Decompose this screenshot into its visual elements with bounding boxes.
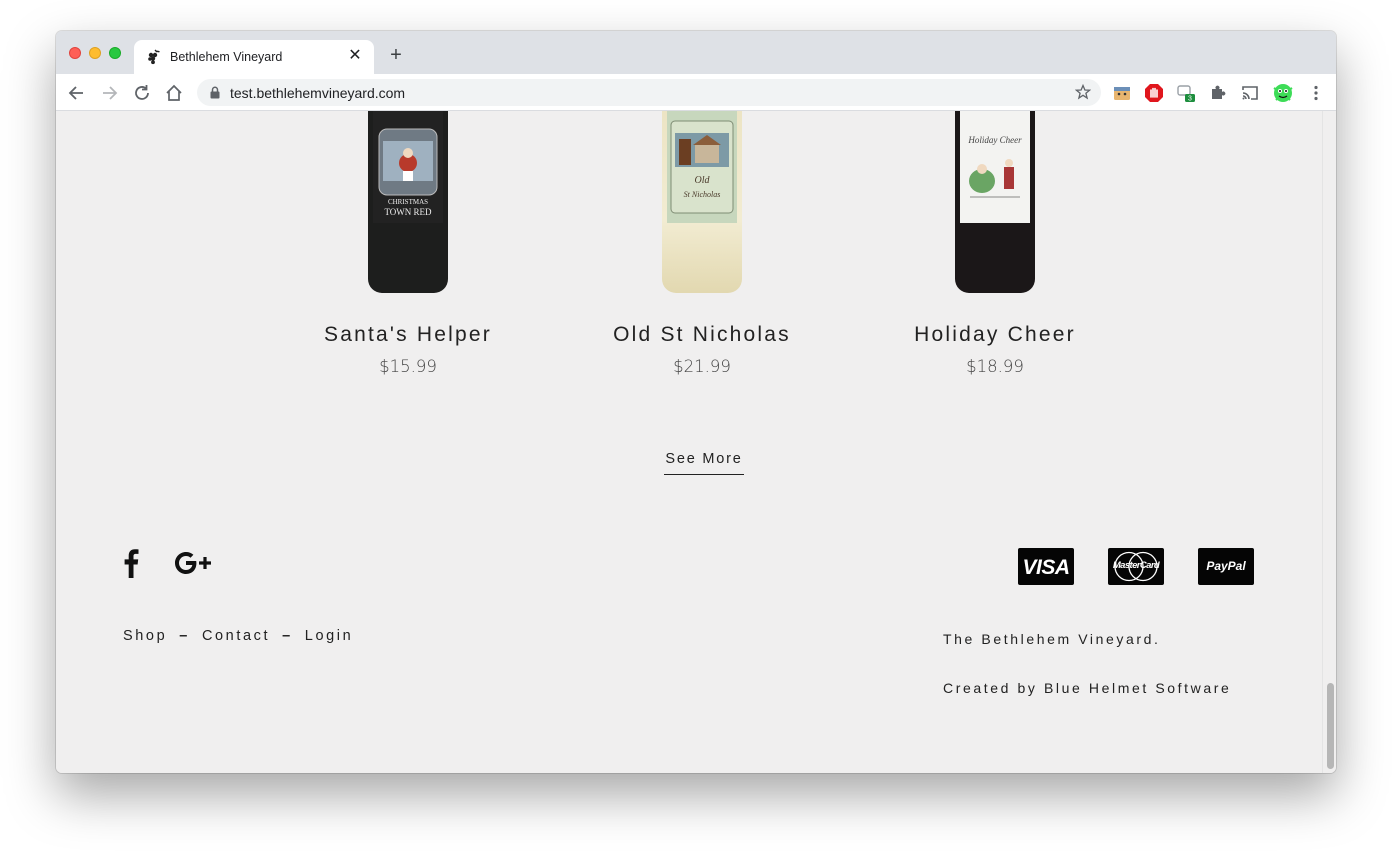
visa-text: VISA	[1022, 556, 1070, 579]
menu-dots-icon[interactable]	[1306, 83, 1326, 103]
label-text-top: Old	[695, 175, 711, 186]
reload-icon[interactable]	[131, 82, 153, 104]
wine-label-image: CHRISTMAS TOWN RED	[373, 111, 443, 223]
cast-icon[interactable]	[1240, 83, 1260, 103]
close-tab-icon[interactable]: ✕	[346, 47, 364, 65]
maximize-window-button[interactable]	[109, 47, 121, 59]
bookmark-star-icon[interactable]	[1075, 84, 1091, 100]
close-window-button[interactable]	[69, 47, 81, 59]
wine-bottle-image[interactable]: Old St Nicholas	[662, 111, 742, 293]
profile-avatar[interactable]	[1272, 82, 1294, 104]
mastercard-badge: MasterCard	[1108, 548, 1164, 585]
separator: –	[179, 628, 190, 644]
wine-label-image: Holiday Cheer	[960, 111, 1030, 223]
new-tab-button[interactable]: +	[386, 45, 406, 65]
product-name[interactable]: Holiday Cheer	[865, 323, 1125, 347]
footer-link-login[interactable]: Login	[305, 628, 353, 644]
footer-link-contact[interactable]: Contact	[202, 628, 270, 644]
paypal-text: PayPal	[1206, 559, 1246, 573]
google-plus-icon[interactable]	[174, 548, 212, 578]
product-name[interactable]: Santa's Helper	[278, 323, 538, 347]
puzzle-icon[interactable]	[1208, 83, 1228, 103]
footer-nav: Shop – Contact – Login	[123, 628, 353, 644]
label-text-bottom: TOWN RED	[384, 207, 432, 217]
extension-badge: 3	[1188, 96, 1192, 103]
tab-title: Bethlehem Vineyard	[170, 50, 283, 64]
wine-bottle-image[interactable]: CHRISTMAS TOWN RED	[368, 111, 448, 293]
tab-strip: Bethlehem Vineyard ✕ +	[56, 31, 1336, 74]
adblock-hand-icon[interactable]	[1144, 83, 1164, 103]
grape-icon	[148, 49, 160, 65]
product-price: $21.99	[673, 357, 731, 376]
facebook-icon[interactable]	[122, 548, 140, 578]
footer-link-shop[interactable]: Shop	[123, 628, 167, 644]
minimize-window-button[interactable]	[89, 47, 101, 59]
vertical-scrollbar[interactable]	[1322, 111, 1336, 773]
back-icon[interactable]	[66, 82, 88, 104]
label-text-top: CHRISTMAS	[388, 198, 428, 206]
address-bar[interactable]: test.bethlehemvineyard.com	[197, 79, 1101, 106]
page-content: CHRISTMAS TOWN RED Santa's Helper $15.99…	[56, 111, 1322, 773]
visa-badge: VISA	[1018, 548, 1074, 585]
extension-box-icon[interactable]	[1112, 83, 1132, 103]
wine-label-image: Old St Nicholas	[667, 111, 737, 223]
see-more-link[interactable]: See More	[664, 451, 744, 475]
browser-toolbar: test.bethlehemvineyard.com 3	[56, 74, 1336, 111]
mastercard-text: MasterCard	[1112, 560, 1160, 571]
home-icon[interactable]	[163, 82, 185, 104]
credit-text[interactable]: Created by Blue Helmet Software	[943, 680, 1231, 696]
label-text-bottom: St Nicholas	[684, 190, 721, 199]
lock-icon	[210, 86, 220, 99]
forward-icon[interactable]	[98, 82, 120, 104]
url-text: test.bethlehemvineyard.com	[230, 85, 406, 101]
label-text-top: Holiday Cheer	[967, 135, 1022, 145]
separator: –	[282, 628, 293, 644]
scrollbar-thumb[interactable]	[1327, 683, 1334, 769]
product-price: $15.99	[379, 357, 437, 376]
paypal-badge: PayPal	[1198, 548, 1254, 585]
product-name[interactable]: Old St Nicholas	[572, 323, 832, 347]
browser-window: Bethlehem Vineyard ✕ + test.bethlehemvin…	[56, 31, 1336, 773]
product-price: $18.99	[966, 357, 1024, 376]
company-name: The Bethlehem Vineyard.	[943, 631, 1161, 647]
chat-extension-icon[interactable]: 3	[1176, 83, 1196, 103]
wine-bottle-image[interactable]: Holiday Cheer	[955, 111, 1035, 293]
browser-tab[interactable]: Bethlehem Vineyard ✕	[134, 40, 374, 74]
